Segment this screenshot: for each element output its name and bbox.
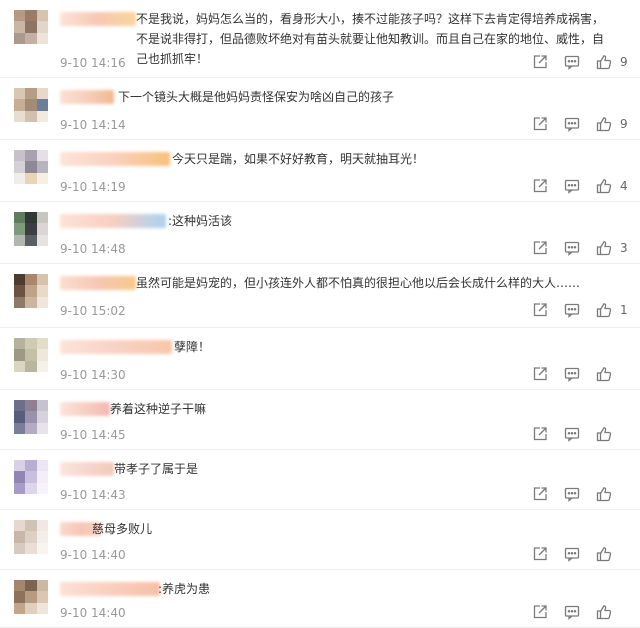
- thumbs-up-icon[interactable]: [596, 302, 612, 318]
- comment-actions: 1: [516, 302, 628, 318]
- comment-text: 孽障！: [174, 340, 211, 354]
- comment-icon[interactable]: [564, 366, 580, 382]
- avatar[interactable]: [14, 274, 48, 308]
- avatar[interactable]: [14, 212, 48, 246]
- share-icon[interactable]: [532, 486, 548, 502]
- thumbs-up-icon[interactable]: [596, 546, 612, 562]
- comment-time: 9-10 14:19: [60, 180, 126, 194]
- avatar[interactable]: [14, 150, 48, 184]
- comment-item: :这种妈活该 9-10 14:48 3: [0, 202, 640, 264]
- avatar[interactable]: [14, 520, 48, 554]
- comment-actions: 9: [516, 116, 628, 132]
- comment-actions: 9: [516, 54, 628, 70]
- comment-time: 9-10 14:43: [60, 488, 126, 502]
- comment-time: 9-10 14:30: [60, 368, 126, 382]
- comment-text: 慈母多败儿: [92, 522, 153, 536]
- comment-text: 虽然可能是妈宠的，但小孩连外人都不怕真的很担心他以后会长成什么样的大人……: [136, 276, 581, 290]
- comment-text: 今天只是踹，如果不好好教育，明天就抽耳光！: [172, 152, 425, 166]
- comment-item: 今天只是踹，如果不好好教育，明天就抽耳光！ 9-10 14:19 4: [0, 140, 640, 202]
- share-icon[interactable]: [532, 426, 548, 442]
- thumbs-up-icon[interactable]: [596, 366, 612, 382]
- thumbs-up-icon[interactable]: [596, 178, 612, 194]
- thumbs-up-icon[interactable]: [596, 116, 612, 132]
- comment-time: 9-10 14:45: [60, 428, 126, 442]
- comment-time: 9-10 14:40: [60, 606, 126, 620]
- comment-actions: 4: [516, 178, 628, 194]
- username-blurred[interactable]: [60, 340, 172, 354]
- like-count: 9: [620, 55, 628, 69]
- comment-time: 9-10 14:14: [60, 118, 126, 132]
- share-icon[interactable]: [532, 546, 548, 562]
- comment-feed: 不是我说，妈妈怎么当的，看身形大小，揍不过能孩子吗？这样下去肯定得培养成祸害，不…: [0, 0, 640, 628]
- comment-icon[interactable]: [564, 116, 580, 132]
- comment-text: :这种妈活该: [168, 214, 233, 228]
- comment-actions: 3: [516, 240, 628, 256]
- username-blurred[interactable]: [60, 214, 166, 228]
- avatar[interactable]: [14, 460, 48, 494]
- username-blurred[interactable]: [60, 90, 114, 104]
- avatar[interactable]: [14, 338, 48, 372]
- share-icon[interactable]: [532, 604, 548, 620]
- comment-time: 9-10 15:02: [60, 304, 126, 318]
- comment-item: :养虎为患 9-10 14:40: [0, 570, 640, 628]
- avatar[interactable]: [14, 88, 48, 122]
- username-blurred[interactable]: [60, 276, 136, 290]
- comment-item: 带孝子了属于是 9-10 14:43: [0, 450, 640, 510]
- comment-item: 养着这种逆子干嘛 9-10 14:45: [0, 390, 640, 450]
- comment-item: 下一个镜头大概是他妈妈责怪保安为啥凶自己的孩子 9-10 14:14 9: [0, 78, 640, 140]
- like-count: 1: [620, 303, 628, 317]
- share-icon[interactable]: [532, 366, 548, 382]
- username-blurred[interactable]: [60, 152, 170, 166]
- share-icon[interactable]: [532, 302, 548, 318]
- comment-icon[interactable]: [564, 302, 580, 318]
- comment-icon[interactable]: [564, 54, 580, 70]
- thumbs-up-icon[interactable]: [596, 54, 612, 70]
- comment-time: 9-10 14:16: [60, 56, 126, 70]
- comment-actions: [516, 366, 628, 382]
- username-blurred[interactable]: [60, 582, 160, 596]
- comment-item: 慈母多败儿 9-10 14:40: [0, 510, 640, 570]
- share-icon[interactable]: [532, 240, 548, 256]
- username-blurred[interactable]: [60, 402, 110, 416]
- thumbs-up-icon[interactable]: [596, 426, 612, 442]
- comment-icon[interactable]: [564, 426, 580, 442]
- comment-time: 9-10 14:48: [60, 242, 126, 256]
- comment-icon[interactable]: [564, 486, 580, 502]
- comment-item: 虽然可能是妈宠的，但小孩连外人都不怕真的很担心他以后会长成什么样的大人…… 9-1…: [0, 264, 640, 328]
- comment-actions: [516, 604, 628, 620]
- comment-text: 养着这种逆子干嘛: [110, 402, 207, 416]
- comment-text: 下一个镜头大概是他妈妈责怪保安为啥凶自己的孩子: [118, 90, 395, 104]
- thumbs-up-icon[interactable]: [596, 486, 612, 502]
- thumbs-up-icon[interactable]: [596, 240, 612, 256]
- username-blurred[interactable]: [60, 462, 114, 476]
- share-icon[interactable]: [532, 178, 548, 194]
- like-count: 4: [620, 179, 628, 193]
- comment-actions: [516, 546, 628, 562]
- comment-text: 带孝子了属于是: [114, 462, 199, 476]
- comment-icon[interactable]: [564, 546, 580, 562]
- comment-time: 9-10 14:40: [60, 548, 126, 562]
- comment-item: 孽障！ 9-10 14:30: [0, 328, 640, 390]
- comment-text: :养虎为患: [158, 582, 211, 596]
- comment-icon[interactable]: [564, 240, 580, 256]
- comment-item: 不是我说，妈妈怎么当的，看身形大小，揍不过能孩子吗？这样下去肯定得培养成祸害，不…: [0, 0, 640, 78]
- comment-icon[interactable]: [564, 178, 580, 194]
- username-blurred[interactable]: [60, 12, 136, 26]
- comment-icon[interactable]: [564, 604, 580, 620]
- avatar[interactable]: [14, 580, 48, 614]
- like-count: 3: [620, 241, 628, 255]
- avatar[interactable]: [14, 10, 48, 44]
- share-icon[interactable]: [532, 54, 548, 70]
- share-icon[interactable]: [532, 116, 548, 132]
- avatar[interactable]: [14, 400, 48, 434]
- comment-actions: [516, 486, 628, 502]
- thumbs-up-icon[interactable]: [596, 604, 612, 620]
- like-count: 9: [620, 117, 628, 131]
- comment-actions: [516, 426, 628, 442]
